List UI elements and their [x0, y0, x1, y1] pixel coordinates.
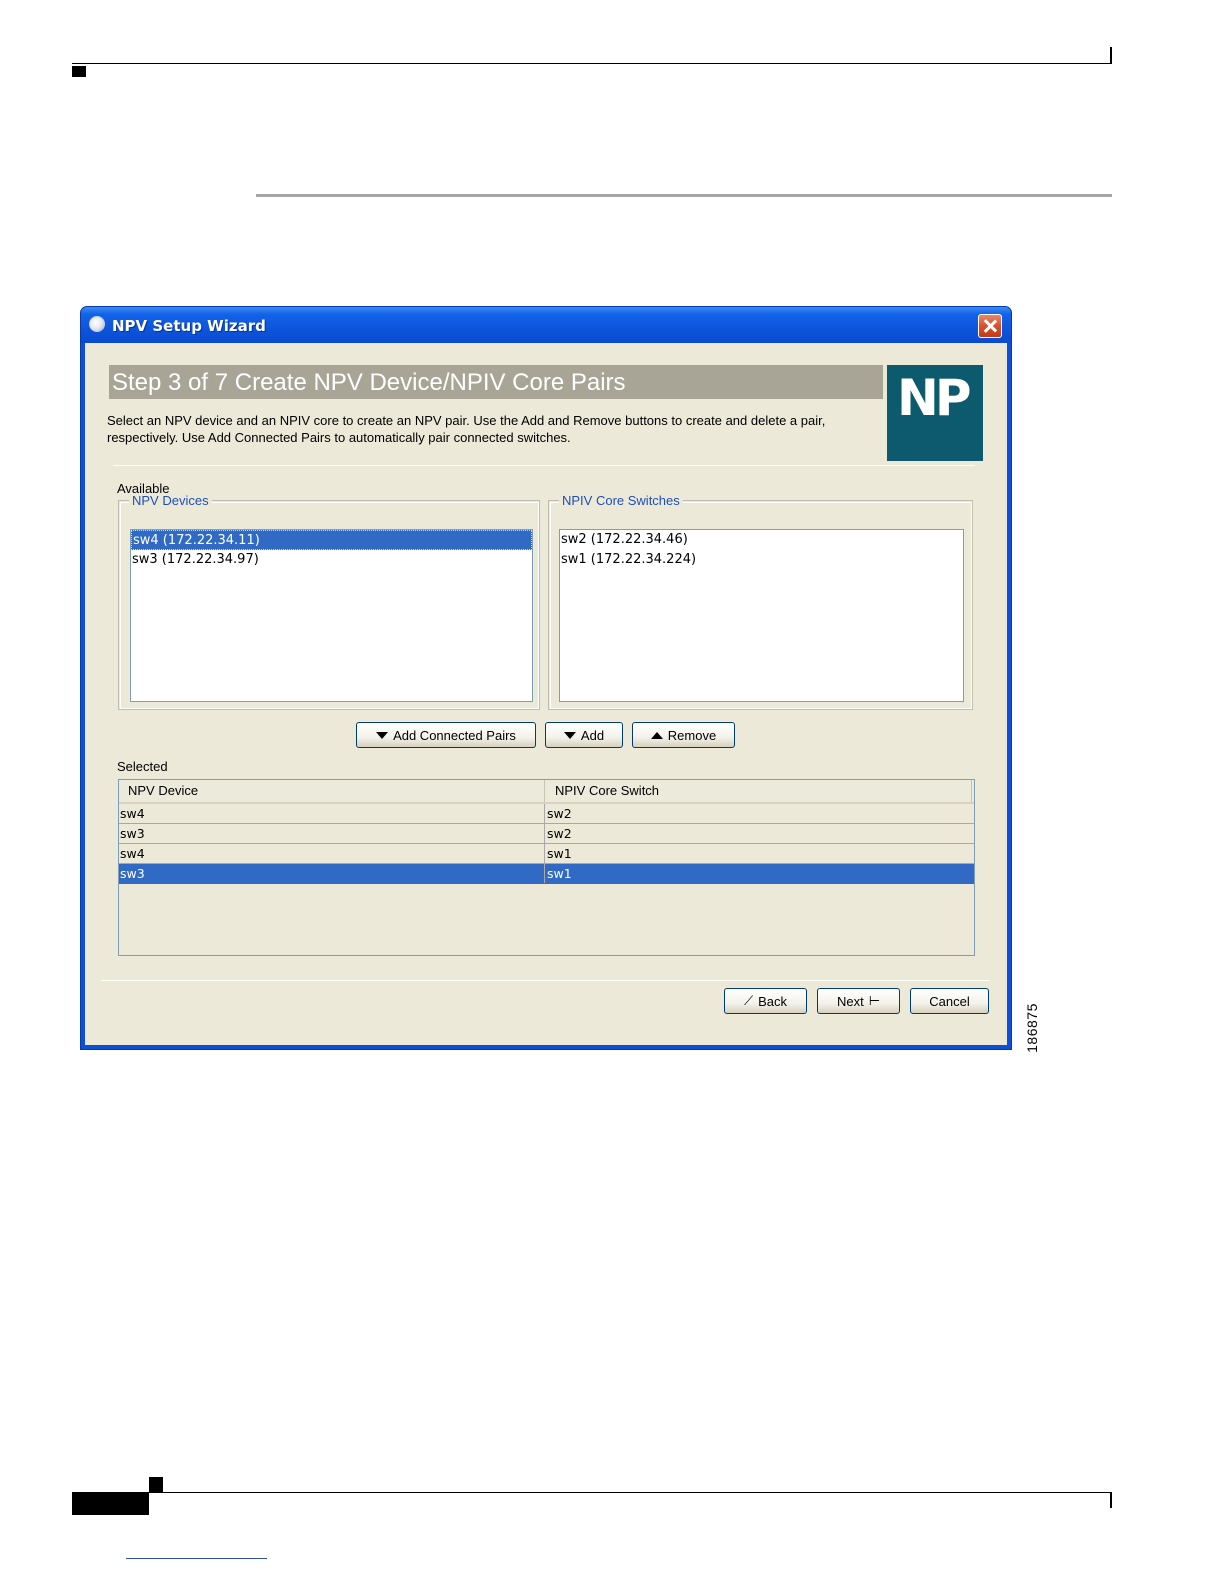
back-arrow-icon: ⟋	[743, 993, 754, 1008]
selected-label: Selected	[117, 759, 168, 774]
figure-id: 186875	[1024, 1003, 1040, 1053]
npiv-core-switches-group: NPIV Core Switches sw2 (172.22.34.46) sw1…	[548, 493, 973, 710]
cell-npv-device: sw4	[119, 804, 545, 823]
table-row[interactable]: sw3 sw2	[119, 824, 974, 844]
close-icon[interactable]	[978, 314, 1002, 338]
npv-devices-list[interactable]: sw4 (172.22.34.11) sw3 (172.22.34.97)	[130, 529, 533, 702]
add-connected-pairs-label: Add Connected Pairs	[393, 727, 516, 743]
add-label: Add	[580, 727, 605, 743]
remove-label: Remove	[667, 727, 717, 743]
step-banner: Step 3 of 7 Create NPV Device/NPIV Core …	[109, 365, 883, 399]
column-header-npv-device[interactable]: NPV Device	[119, 780, 545, 802]
step-title: Step 3 of 7 Create NPV Device/NPIV Core …	[112, 369, 626, 396]
table-body: sw4 sw2 sw3 sw2 sw4 sw1 sw3 sw1	[119, 804, 974, 884]
list-item[interactable]: sw3 (172.22.34.97)	[131, 550, 532, 570]
page-footer-block	[72, 1493, 149, 1515]
next-arrow-icon: ⊢	[868, 993, 881, 1008]
back-label: Back	[758, 993, 787, 1009]
page-header-line	[72, 63, 1112, 64]
list-item[interactable]: sw4 (172.22.34.11)	[131, 530, 532, 550]
arrow-down-icon	[376, 731, 389, 739]
remove-button[interactable]: Remove	[632, 722, 735, 748]
footer-separator	[101, 980, 989, 981]
npiv-core-switches-list[interactable]: sw2 (172.22.34.46) sw1 (172.22.34.224)	[559, 529, 964, 702]
table-header: NPV Device NPIV Core Switch	[119, 780, 974, 804]
cancel-label: Cancel	[929, 993, 970, 1009]
section-rule	[256, 194, 1112, 197]
page-footer-link[interactable]	[126, 1558, 267, 1559]
npiv-core-switches-legend: NPIV Core Switches	[559, 493, 683, 508]
np-logo-icon: NP	[887, 365, 983, 461]
table-row[interactable]: sw3 sw1	[119, 864, 974, 884]
page-header-tick	[1110, 47, 1112, 64]
npv-devices-legend: NPV Devices	[129, 493, 212, 508]
wizard-body: Step 3 of 7 Create NPV Device/NPIV Core …	[85, 343, 1007, 1045]
column-header-npiv-core-switch[interactable]: NPIV Core Switch	[546, 780, 972, 802]
arrow-down-icon	[563, 731, 576, 739]
list-item[interactable]: sw2 (172.22.34.46)	[560, 530, 963, 550]
table-row[interactable]: sw4 sw1	[119, 844, 974, 864]
page-header-marker	[72, 66, 86, 77]
arrow-up-icon	[650, 731, 663, 739]
cell-npiv-core-switch: sw2	[547, 806, 572, 821]
cell-npiv-core-switch: sw2	[547, 826, 572, 841]
logo-text: NP	[897, 369, 971, 427]
app-icon	[89, 316, 105, 332]
step-instructions: Select an NPV device and an NPIV core to…	[107, 413, 826, 445]
next-button[interactable]: Next ⊢	[817, 988, 900, 1014]
page-footer-tick	[1110, 1493, 1112, 1508]
npv-devices-group: NPV Devices sw4 (172.22.34.11) sw3 (172.2…	[118, 493, 540, 710]
cell-npv-device: sw4	[119, 844, 545, 863]
page-footer-line	[72, 1492, 1112, 1493]
table-row[interactable]: sw4 sw2	[119, 804, 974, 824]
back-button[interactable]: ⟋ Back	[724, 988, 807, 1014]
list-item[interactable]: sw1 (172.22.34.224)	[560, 550, 963, 570]
cell-npiv-core-switch: sw1	[547, 846, 572, 861]
add-connected-pairs-button[interactable]: Add Connected Pairs	[356, 722, 536, 748]
cancel-button[interactable]: Cancel	[910, 988, 989, 1014]
add-button[interactable]: Add	[545, 722, 623, 748]
window-titlebar[interactable]: NPV Setup Wizard	[81, 307, 1011, 343]
npv-setup-wizard-window: NPV Setup Wizard Step 3 of 7 Create NPV …	[80, 306, 1012, 1050]
cell-npiv-core-switch: sw1	[547, 866, 572, 881]
next-label: Next	[836, 993, 864, 1009]
header-separator	[113, 465, 975, 466]
selected-pairs-table[interactable]: NPV Device NPIV Core Switch sw4 sw2 sw3 sw2…	[118, 779, 975, 956]
cell-npv-device: sw3	[119, 864, 545, 883]
page-footer-marker	[149, 1477, 163, 1492]
cell-npv-device: sw3	[119, 824, 545, 843]
window-title: NPV Setup Wizard	[112, 317, 266, 335]
